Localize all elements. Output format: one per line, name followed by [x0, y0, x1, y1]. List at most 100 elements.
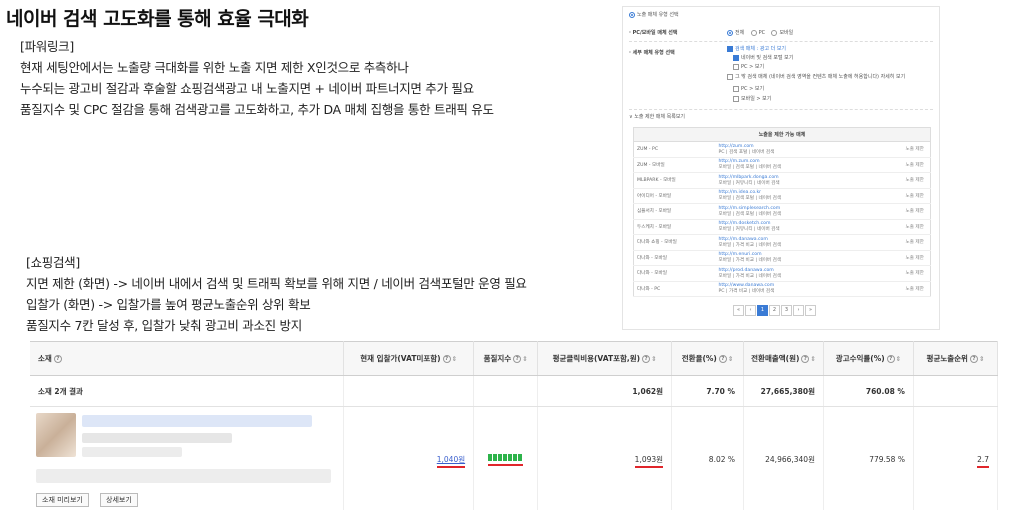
media-url[interactable]: http://m.simplesearch.com: [719, 206, 900, 211]
col-revenue[interactable]: 전환매출액(원)? ⇕: [743, 341, 824, 376]
quality-segment: [513, 454, 518, 461]
exclude-button[interactable]: 노출 제한: [902, 203, 931, 220]
media-info: http://www.danawa.com PC | 가격 비교 | 네이버 검색: [715, 281, 903, 297]
media-url[interactable]: http://zum.com: [719, 144, 900, 149]
summary-revenue: 27,665,380원: [743, 375, 824, 407]
sort-icon[interactable]: ⇕: [728, 355, 733, 363]
rank-cell: 2.7: [913, 406, 999, 510]
col-avg-rank-label: 평균노출순위: [926, 354, 968, 363]
media-opt-2[interactable]: 네이버 및 검색 포털 보기: [733, 54, 793, 61]
media-name: 다나와 - PC: [633, 281, 716, 297]
media-url[interactable]: http://m.danawa.com: [719, 237, 900, 242]
media-url[interactable]: http://www.danawa.com: [719, 283, 900, 288]
sort-icon[interactable]: ⇕: [979, 355, 984, 363]
radio-pc[interactable]: [750, 29, 757, 36]
shopping-notes: [쇼핑검색] 지면 제한 (화면) -> 네이버 내에서 검색 및 트래픽 확보…: [26, 252, 527, 336]
media-desc: 모바일 | 가격 비교 | 네이버 검색: [718, 258, 782, 264]
exclude-button[interactable]: 노출 제한: [902, 157, 931, 173]
col-cvr[interactable]: 전환율(%)? ⇕: [671, 341, 745, 376]
exclude-button[interactable]: 노출 제한: [902, 141, 931, 158]
media-name: ZUM - 모바일: [633, 157, 716, 173]
media-name: 심플서치 - 모바일: [633, 203, 716, 220]
exclude-button[interactable]: 노출 제한: [902, 234, 931, 251]
chevron-down-icon: ∨: [629, 114, 633, 120]
col-avg-cpc[interactable]: 평균클릭비용(VAT포함,원)? ⇕: [537, 341, 673, 376]
col-quality[interactable]: 품질지수? ⇕: [473, 341, 539, 376]
page-title: 네이버 검색 고도화를 통해 효율 극대화: [6, 8, 309, 30]
exclude-button[interactable]: 노출 제한: [902, 250, 931, 266]
media-url[interactable]: http://mlbpark.donga.com: [719, 175, 900, 180]
media-url[interactable]: http://m.enuri.com: [719, 252, 900, 257]
sort-icon[interactable]: ⇕: [896, 355, 901, 363]
last-page-button[interactable]: »: [805, 305, 816, 316]
help-icon[interactable]: ?: [442, 355, 451, 363]
media-opt-6[interactable]: 모바일 > 보기: [733, 95, 771, 102]
sort-icon[interactable]: ⇕: [522, 355, 527, 363]
radio-all[interactable]: [727, 29, 733, 36]
media-info: http://m.danawa.com 모바일 | 가격 비교 | 네이버 검색: [715, 234, 903, 251]
checkbox-icon[interactable]: [733, 63, 739, 70]
col-bid-label: 현재 입찰가(VAT미포함): [360, 354, 441, 363]
exclude-button[interactable]: 노출 제한: [902, 219, 931, 235]
summary-rank: [913, 375, 999, 407]
next-page-button[interactable]: ›: [793, 305, 804, 316]
sort-icon[interactable]: ⇕: [651, 355, 656, 363]
prev-page-button[interactable]: ‹: [745, 305, 756, 316]
col-roas[interactable]: 광고수익률(%)? ⇕: [823, 341, 914, 376]
quality-segment: [498, 454, 503, 461]
page-3-button[interactable]: 3: [781, 305, 792, 316]
col-avg-rank[interactable]: 평균노출순위? ⇕: [913, 341, 999, 376]
excluded-media-list-label: 노출 제한 매체 목록보기: [634, 114, 686, 120]
media-url[interactable]: http://prod.danawa.com: [719, 268, 900, 273]
col-revenue-label: 전환매출액(원): [751, 354, 800, 363]
help-icon[interactable]: ?: [801, 355, 810, 363]
panel-divider: [629, 109, 933, 110]
media-opt-5[interactable]: PC > 보기: [733, 85, 764, 92]
media-url[interactable]: http://m.idea.co.kr: [719, 190, 900, 195]
page-2-button[interactable]: 2: [769, 305, 780, 316]
media-opt-1[interactable]: 검색 매체 : 광고 더 보기: [727, 45, 786, 52]
exclude-button[interactable]: 노출 제한: [902, 281, 931, 297]
checkbox-icon[interactable]: [727, 45, 733, 52]
pagination: « ‹ 1 2 3 › »: [733, 305, 816, 316]
page-1-button[interactable]: 1: [757, 305, 768, 316]
help-icon[interactable]: ?: [718, 355, 727, 363]
checkbox-icon[interactable]: [727, 73, 733, 80]
quality-segment: [503, 454, 508, 461]
excluded-media-table-header: 노출을 제한 가능 매체: [633, 127, 931, 142]
device-select-label: · PC/모바일 매체 선택: [629, 30, 678, 36]
help-icon[interactable]: ?: [969, 355, 978, 363]
radio-mobile[interactable]: [771, 29, 778, 36]
product-thumbnail: [36, 413, 76, 457]
exclude-button[interactable]: 노출 제한: [902, 188, 931, 204]
preview-button[interactable]: 소재 미리보기: [36, 493, 89, 507]
checkbox-icon[interactable]: [733, 85, 739, 92]
bid-value[interactable]: 1,040원: [436, 454, 466, 468]
device-select-row: · PC/모바일 매체 선택: [629, 29, 677, 36]
media-info: http://zum.com PC | 검색 포털 | 네이버 검색: [715, 141, 903, 158]
shopping-line-2: 입찰가 (화면) -> 입찰가를 높여 평균노출순위 상위 확보: [26, 297, 311, 312]
col-creative[interactable]: 소재?: [30, 341, 345, 376]
col-creative-label: 소재: [38, 354, 52, 363]
help-icon[interactable]: ?: [513, 355, 522, 363]
col-avg-cpc-label: 평균클릭비용(VAT포함,원): [552, 354, 641, 363]
col-bid[interactable]: 현재 입찰가(VAT미포함)? ⇕: [343, 341, 475, 376]
excluded-media-list-toggle[interactable]: ∨ 노출 제한 매체 목록보기: [629, 113, 685, 120]
media-info: http://mlbpark.donga.com 모바일 | 커뮤니티 | 네이버…: [715, 172, 903, 189]
exclude-button[interactable]: 노출 제한: [902, 172, 931, 189]
help-icon[interactable]: ?: [886, 355, 895, 363]
checkbox-icon[interactable]: [733, 95, 739, 102]
media-opt-4[interactable]: 그 밖 검색 매체 (네이버 검색 영역을 컨텐츠 매체 노출에 허용합니다) …: [727, 73, 905, 80]
media-url[interactable]: http://m.zum.com: [719, 159, 900, 164]
help-icon[interactable]: ?: [642, 355, 651, 363]
sort-icon[interactable]: ⇕: [810, 355, 815, 363]
detail-button[interactable]: 상세보기: [100, 493, 138, 507]
media-opt-3[interactable]: PC > 보기: [733, 63, 764, 70]
checkbox-icon[interactable]: [733, 54, 739, 61]
help-icon[interactable]: ?: [53, 355, 62, 363]
media-url[interactable]: http://m.dosketch.com: [719, 221, 900, 226]
sort-icon[interactable]: ⇕: [452, 355, 457, 363]
exclude-button[interactable]: 노출 제한: [902, 265, 931, 282]
first-page-button[interactable]: «: [733, 305, 744, 316]
creative-text-blurred: [82, 433, 232, 443]
